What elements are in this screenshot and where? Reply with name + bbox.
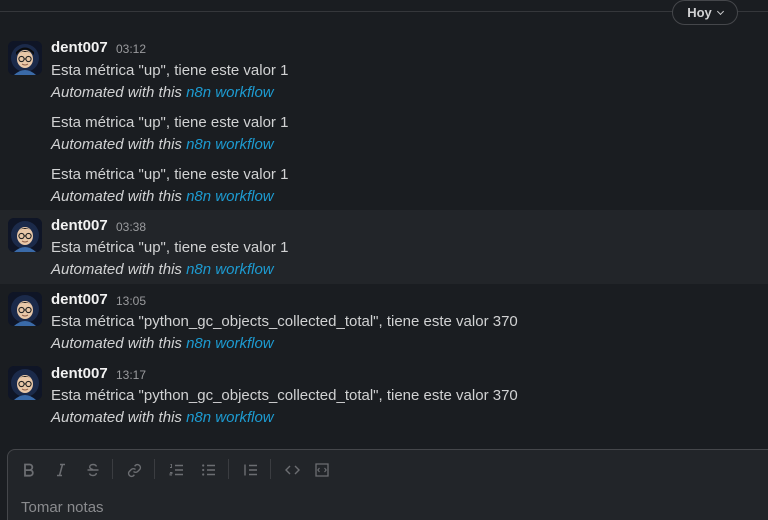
toolbar-separator: [270, 459, 271, 479]
automated-prefix: Automated with this: [51, 409, 187, 426]
date-label: Hoy: [687, 5, 712, 20]
italic-icon[interactable]: [51, 460, 71, 480]
message-text: Esta métrica "up", tiene este valor 1: [51, 239, 289, 256]
date-divider-button[interactable]: Hoy: [672, 0, 738, 25]
automated-note: Automated with this n8n workflow: [51, 335, 274, 352]
link-icon[interactable]: [124, 460, 144, 480]
sender-name[interactable]: dent007: [51, 39, 108, 56]
message-text: Esta métrica "python_gc_objects_collecte…: [51, 313, 518, 330]
automated-note: Automated with this n8n workflow: [51, 188, 274, 205]
n8n-workflow-link[interactable]: n8n workflow: [186, 136, 274, 153]
n8n-workflow-link[interactable]: n8n workflow: [186, 261, 274, 278]
chevron-down-icon: [716, 7, 724, 15]
toolbar-separator: [228, 459, 229, 479]
ordered-list-icon[interactable]: [166, 460, 186, 480]
avatar[interactable]: [8, 41, 42, 75]
automated-prefix: Automated with this: [51, 188, 187, 205]
composer-placeholder[interactable]: Tomar notas: [21, 499, 104, 516]
n8n-workflow-link[interactable]: n8n workflow: [186, 84, 274, 101]
message-text: Esta métrica "up", tiene este valor 1: [51, 114, 289, 131]
message-text: Esta métrica "up", tiene este valor 1: [51, 62, 289, 79]
timestamp[interactable]: 03:12: [116, 42, 146, 56]
strikethrough-icon[interactable]: [83, 460, 103, 480]
message-group[interactable]: dent007 03:12 Esta métrica "up", tiene e…: [0, 32, 768, 210]
timestamp[interactable]: 03:38: [116, 220, 146, 234]
avatar[interactable]: [8, 366, 42, 400]
automated-note: Automated with this n8n workflow: [51, 261, 274, 278]
sender-name[interactable]: dent007: [51, 291, 108, 308]
date-divider-line: [0, 11, 768, 12]
code-block-icon[interactable]: [312, 460, 332, 480]
message-composer[interactable]: Tomar notas: [7, 449, 768, 520]
n8n-workflow-link[interactable]: n8n workflow: [186, 188, 274, 205]
automated-prefix: Automated with this: [51, 261, 187, 278]
toolbar-separator: [154, 459, 155, 479]
sender-name[interactable]: dent007: [51, 365, 108, 382]
blockquote-icon[interactable]: [240, 460, 260, 480]
sender-name[interactable]: dent007: [51, 217, 108, 234]
automated-prefix: Automated with this: [51, 84, 187, 101]
message-feed: Hoy dent007 03:12 Esta métrica "up", tie…: [0, 0, 768, 520]
message-text: Esta métrica "python_gc_objects_collecte…: [51, 387, 518, 404]
message-group[interactable]: dent007 03:38 Esta métrica "up", tiene e…: [0, 210, 768, 284]
bulleted-list-icon[interactable]: [198, 460, 218, 480]
automated-note: Automated with this n8n workflow: [51, 84, 274, 101]
message-group[interactable]: dent007 13:05 Esta métrica "python_gc_ob…: [0, 284, 768, 358]
message-text: Esta métrica "up", tiene este valor 1: [51, 166, 289, 183]
bold-icon[interactable]: [19, 460, 39, 480]
code-icon[interactable]: [282, 460, 302, 480]
timestamp[interactable]: 13:17: [116, 368, 146, 382]
n8n-workflow-link[interactable]: n8n workflow: [186, 409, 274, 426]
message-group[interactable]: dent007 13:17 Esta métrica "python_gc_ob…: [0, 358, 768, 432]
automated-note: Automated with this n8n workflow: [51, 409, 274, 426]
automated-prefix: Automated with this: [51, 335, 187, 352]
timestamp[interactable]: 13:05: [116, 294, 146, 308]
formatting-toolbar: [8, 450, 768, 490]
automated-note: Automated with this n8n workflow: [51, 136, 274, 153]
n8n-workflow-link[interactable]: n8n workflow: [186, 335, 274, 352]
avatar[interactable]: [8, 292, 42, 326]
avatar[interactable]: [8, 218, 42, 252]
toolbar-separator: [112, 459, 113, 479]
automated-prefix: Automated with this: [51, 136, 187, 153]
